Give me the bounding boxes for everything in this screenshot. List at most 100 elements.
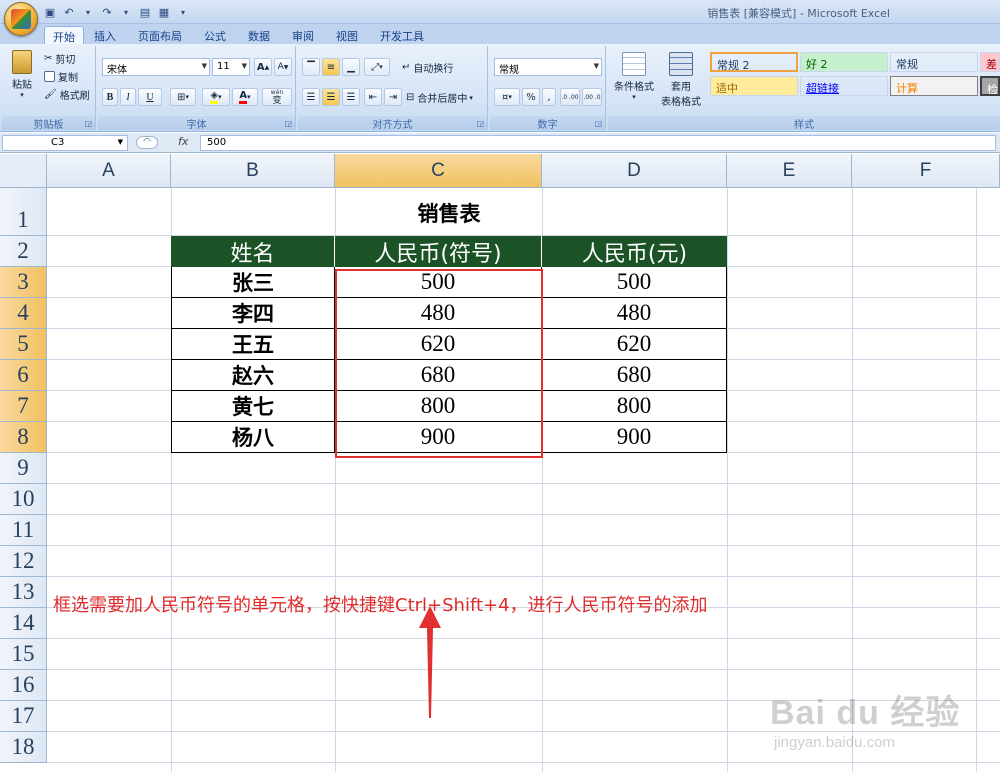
number-format-select[interactable]: 常规 ▼ [494,58,602,76]
save-icon[interactable]: ▣ [42,4,58,20]
expand-formula-icon[interactable]: ◠ [136,136,158,149]
undo-icon[interactable]: ↶ [61,4,77,20]
formula-input[interactable]: 500 [200,135,996,151]
style-cell-neutral[interactable]: 适中 [710,76,798,96]
tab-data[interactable]: 数据 [240,26,278,44]
column-header-f[interactable]: F [852,154,1000,188]
row-header-3[interactable]: 3 [0,267,47,298]
row-header-1[interactable]: 1 [0,188,47,236]
cell-c3[interactable]: 500 [335,267,542,298]
style-cell-normal[interactable]: 常规 [890,52,978,72]
fx-icon[interactable]: fx [178,135,188,148]
style-cell-hyperlink[interactable]: 超链接 [800,76,888,96]
cut-button[interactable]: ✂ 剪切 [44,51,75,66]
header-name[interactable]: 姓名 [171,236,335,267]
office-button[interactable] [4,2,38,36]
row-header-9[interactable]: 9 [0,453,47,484]
tab-view[interactable]: 视图 [328,26,366,44]
column-header-a[interactable]: A [47,154,171,188]
phonetic-button[interactable]: wén 变 [262,88,292,106]
number-launcher-icon[interactable]: ◲ [594,119,602,128]
column-header-d[interactable]: D [542,154,727,188]
redo-icon[interactable]: ↷ [99,4,115,20]
sheet-title[interactable]: 销售表 [171,194,727,232]
merge-center-button[interactable]: ⊟ 合并后居中 ▾ [406,90,473,105]
row-header-2[interactable]: 2 [0,236,47,267]
orientation-button[interactable]: ⤢ ▾ [364,58,390,76]
alignment-launcher-icon[interactable]: ◲ [476,119,484,128]
underline-button[interactable]: U [138,88,162,106]
header-rmb-yuan[interactable]: 人民币(元) [542,236,727,267]
cell-b3[interactable]: 张三 [171,267,335,298]
tab-developer[interactable]: 开发工具 [372,26,432,44]
accounting-format-button[interactable]: ¤ ▾ [494,88,520,106]
bold-button[interactable]: B [102,88,118,106]
column-header-c[interactable]: C [335,154,542,188]
cell-b7[interactable]: 黄七 [171,391,335,422]
font-size-select[interactable]: 11 ▼ [212,58,250,76]
header-rmb-symbol[interactable]: 人民币(符号) [335,236,542,267]
row-header-16[interactable]: 16 [0,670,47,701]
font-launcher-icon[interactable]: ◲ [284,119,292,128]
tab-page-layout[interactable]: 页面布局 [130,26,190,44]
decrease-indent-button[interactable]: ⇤ [364,88,382,106]
select-all-corner[interactable] [0,154,47,188]
style-cell-bad[interactable]: 差 [980,52,1000,72]
fill-color-button[interactable]: ◈ ▾ [202,88,230,106]
borders-button[interactable]: ⊞ ▾ [170,88,196,106]
paste-button[interactable]: 粘贴 ▾ [8,50,36,99]
conditional-format-button[interactable]: 条件格式 ▾ [612,52,656,101]
cell-d8[interactable]: 900 [542,422,727,453]
grow-font-button[interactable]: A ▲ [254,58,272,76]
cell-c7[interactable]: 800 [335,391,542,422]
print-preview-icon[interactable]: ▤ [137,4,153,20]
align-middle-button[interactable]: ≡ [322,58,340,76]
row-header-8[interactable]: 8 [0,422,47,453]
wrap-text-button[interactable]: ↵ 自动换行 [402,60,453,75]
font-name-select[interactable]: 宋体 ▼ [102,58,210,76]
row-header-10[interactable]: 10 [0,484,47,515]
customize-qat-icon[interactable]: ▾ [175,4,191,20]
row-header-13[interactable]: 13 [0,577,47,608]
italic-button[interactable]: I [120,88,136,106]
row-header-12[interactable]: 12 [0,546,47,577]
tab-home[interactable]: 开始 [44,26,84,44]
undo-dropdown-icon[interactable]: ▾ [80,4,96,20]
tab-review[interactable]: 审阅 [284,26,322,44]
column-header-e[interactable]: E [727,154,852,188]
style-cell-calculation[interactable]: 计算 [890,76,978,96]
row-header-4[interactable]: 4 [0,298,47,329]
align-bottom-button[interactable]: ▁ [342,58,360,76]
align-left-button[interactable]: ☰ [302,88,320,106]
increase-indent-button[interactable]: ⇥ [384,88,402,106]
cell-d4[interactable]: 480 [542,298,727,329]
align-right-button[interactable]: ☰ [342,88,360,106]
row-header-7[interactable]: 7 [0,391,47,422]
row-header-17[interactable]: 17 [0,701,47,732]
align-center-button[interactable]: ☰ [322,88,340,106]
align-top-button[interactable]: ▔ [302,58,320,76]
increase-decimal-button[interactable]: .0 .00 [560,88,580,106]
cell-b8[interactable]: 杨八 [171,422,335,453]
quick-print-icon[interactable]: ▦ [156,4,172,20]
cell-d5[interactable]: 620 [542,329,727,360]
cell-b4[interactable]: 李四 [171,298,335,329]
cell-d6[interactable]: 680 [542,360,727,391]
redo-dropdown-icon[interactable]: ▾ [118,4,134,20]
cell-d7[interactable]: 800 [542,391,727,422]
row-header-11[interactable]: 11 [0,515,47,546]
row-header-14[interactable]: 14 [0,608,47,639]
cell-b5[interactable]: 王五 [171,329,335,360]
row-header-18[interactable]: 18 [0,732,47,763]
style-cell-check[interactable]: 检查 [980,76,1000,96]
comma-button[interactable]: , [542,88,556,106]
format-as-table-button[interactable]: 套用 表格格式 [656,52,706,108]
clipboard-launcher-icon[interactable]: ◲ [84,119,92,128]
cell-c8[interactable]: 900 [335,422,542,453]
cell-c5[interactable]: 620 [335,329,542,360]
style-cell-good-2[interactable]: 好 2 [800,52,888,72]
cell-b6[interactable]: 赵六 [171,360,335,391]
percent-button[interactable]: % [522,88,540,106]
format-painter-button[interactable]: 🖌 格式刷 [44,87,90,102]
cell-c4[interactable]: 480 [335,298,542,329]
